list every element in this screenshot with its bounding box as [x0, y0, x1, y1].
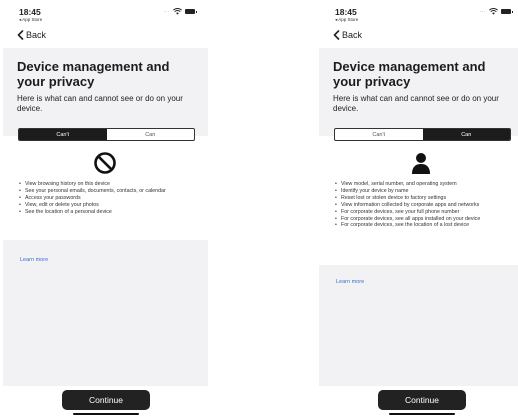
list-item: For corporate devices, see your full pho… — [335, 209, 515, 216]
segmented-control: Can't Can — [334, 128, 511, 141]
status-bar: 18:45 ◂ App Store ··· — [335, 7, 515, 23]
screen-cant: 18:45 ◂ App Store ··· Back Device manage… — [3, 0, 208, 419]
page-title: Device management and your privacy — [333, 59, 486, 89]
back-label: Back — [26, 30, 47, 40]
can-list: View model, serial number, and operating… — [335, 181, 515, 229]
page-subtitle: Here is what can and cannot see or do on… — [17, 94, 183, 113]
list-item: View model, serial number, and operating… — [335, 181, 515, 188]
back-to-app-store[interactable]: ◂ App Store — [19, 17, 42, 23]
system-icons: ··· — [163, 8, 197, 15]
cant-list: View browsing history on this deviceSee … — [19, 181, 199, 216]
list-item: View, edit or delete your photos — [19, 202, 199, 209]
continue-button[interactable]: Continue — [378, 390, 466, 410]
back-label: Back — [342, 30, 363, 40]
back-button[interactable]: Back — [333, 30, 362, 40]
page-title: Device management and your privacy — [17, 59, 170, 89]
segment-can[interactable]: Can — [107, 129, 195, 140]
header-panel: Device management and your privacy Here … — [319, 48, 518, 136]
segment-cant[interactable]: Can't — [335, 129, 423, 140]
list-item: For corporate devices, see the location … — [335, 222, 515, 229]
list-item: View information collected by corporate … — [335, 202, 515, 209]
continue-button[interactable]: Continue — [62, 390, 150, 410]
status-time: 18:45 — [19, 7, 41, 17]
screen-can: 18:45 ◂ App Store ··· Back Device manage… — [319, 0, 518, 419]
page-subtitle: Here is what can and cannot see or do on… — [333, 94, 499, 113]
header-panel: Device management and your privacy Here … — [3, 48, 208, 136]
status-time: 18:45 — [335, 7, 357, 17]
wifi-icon — [489, 8, 498, 15]
back-to-app-store[interactable]: ◂ App Store — [335, 17, 358, 23]
list-item: Access your passwords — [19, 195, 199, 202]
learn-more-link[interactable]: Learn more — [20, 257, 48, 263]
segment-can[interactable]: Can — [422, 129, 510, 140]
segmented-control: Can't Can — [18, 128, 195, 141]
home-indicator — [389, 413, 455, 415]
segment-cant[interactable]: Can't — [19, 129, 107, 140]
list-item: Identify your device by name — [335, 188, 515, 195]
status-bar: 18:45 ◂ App Store ··· — [19, 7, 199, 23]
signal-dots-icon: ··· — [163, 8, 170, 15]
back-button[interactable]: Back — [17, 30, 46, 40]
list-item: For corporate devices, see all apps inst… — [335, 216, 515, 223]
home-indicator — [73, 413, 139, 415]
prohibited-icon — [94, 152, 116, 174]
system-icons: ··· — [479, 8, 513, 15]
list-item: View browsing history on this device — [19, 181, 199, 188]
person-icon — [412, 153, 430, 174]
list-item: Reset lost or stolen device to factory s… — [335, 195, 515, 202]
battery-icon — [185, 9, 197, 14]
wifi-icon — [173, 8, 182, 15]
battery-icon — [501, 9, 513, 14]
chevron-left-icon — [17, 30, 24, 40]
signal-dots-icon: ··· — [479, 8, 486, 15]
list-item: See your personal emails, documents, con… — [19, 188, 199, 195]
learn-more-link[interactable]: Learn more — [336, 279, 364, 285]
list-item: See the location of a personal device — [19, 209, 199, 216]
chevron-left-icon — [333, 30, 340, 40]
